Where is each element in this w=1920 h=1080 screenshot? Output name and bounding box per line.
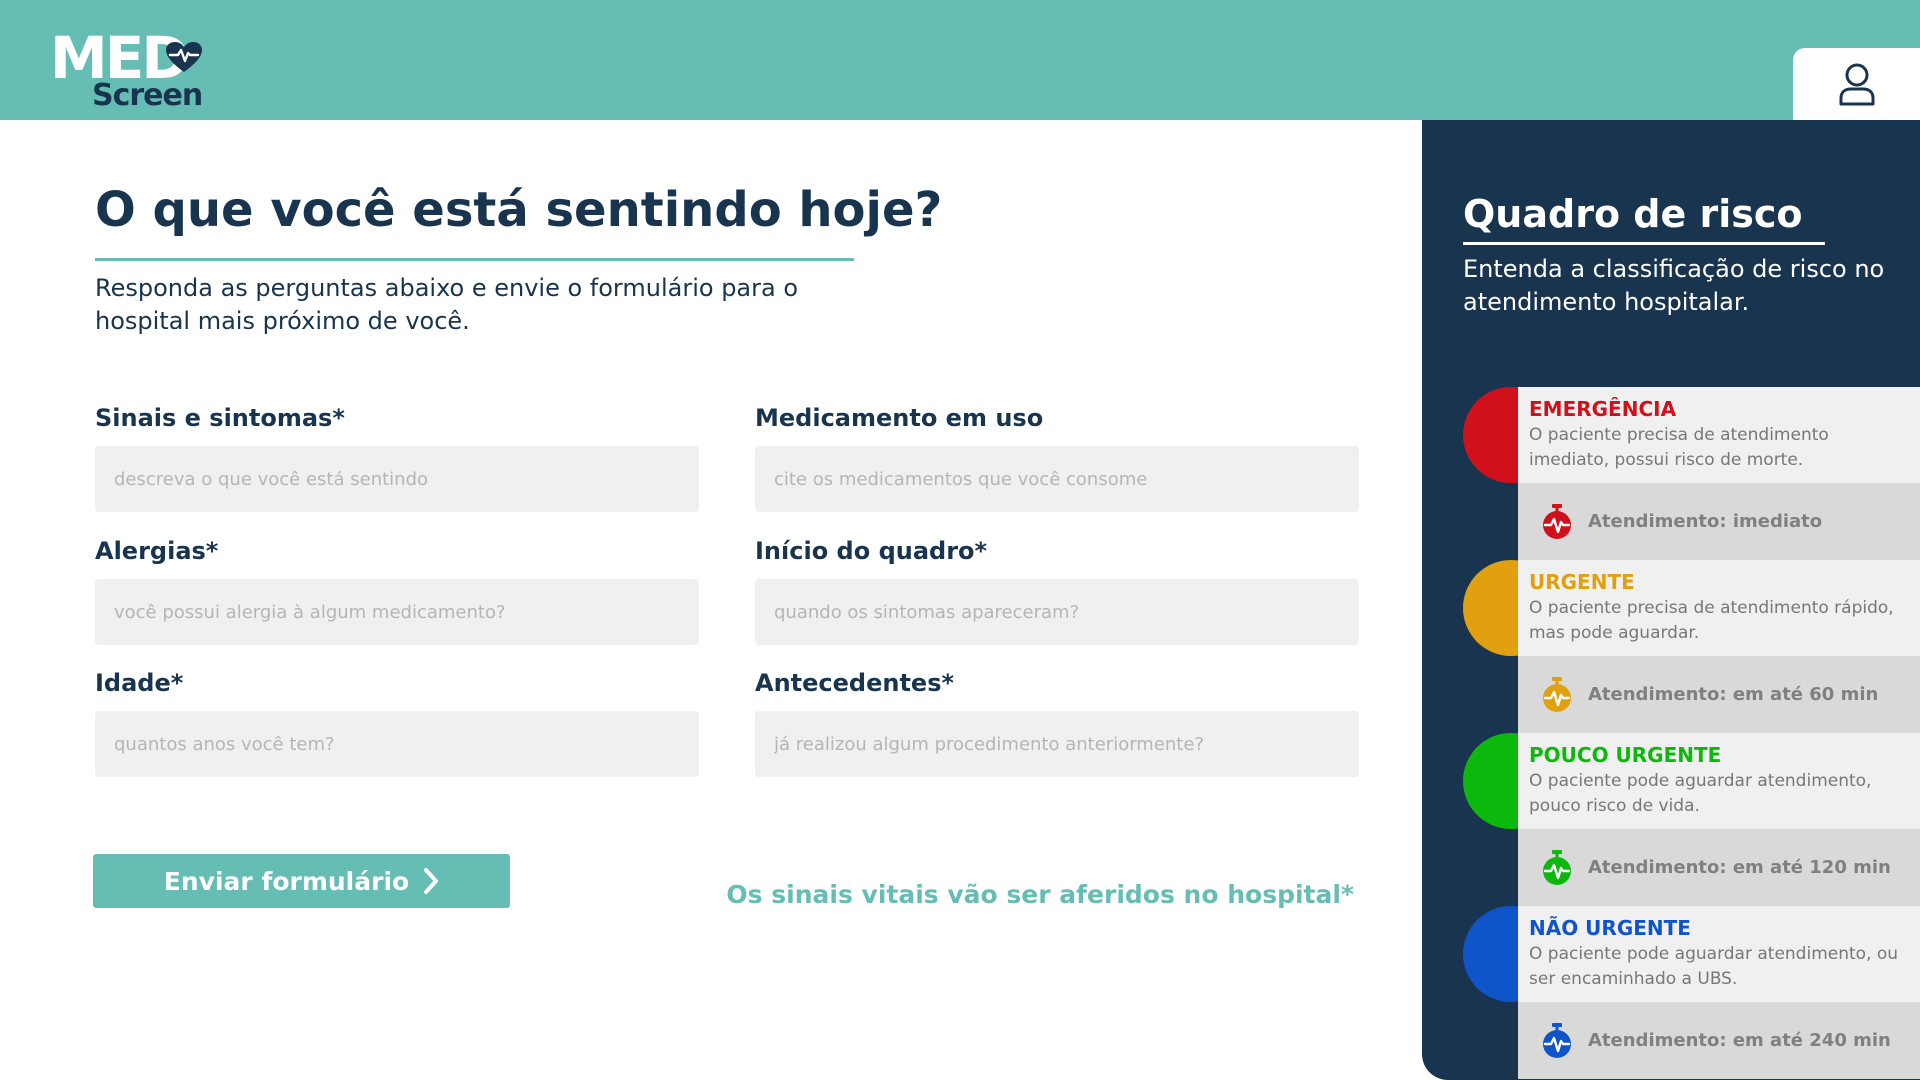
allergies-input[interactable] bbox=[95, 579, 699, 645]
allergies-label: Alergias* bbox=[95, 537, 219, 565]
symptoms-label: Sinais e sintomas* bbox=[95, 404, 345, 432]
risk-card: URGENTE O paciente precisa de atendiment… bbox=[1518, 560, 1920, 656]
vital-signs-note: Os sinais vitais vão ser aferidos no hos… bbox=[726, 880, 1354, 909]
medscreen-logo[interactable]: MED Screen bbox=[50, 24, 210, 114]
title-underline bbox=[95, 258, 854, 261]
risk-name: NÃO URGENTE bbox=[1529, 916, 1691, 940]
medication-input[interactable] bbox=[755, 446, 1359, 512]
submit-form-button[interactable]: Enviar formulário bbox=[93, 854, 510, 908]
medication-label: Medicamento em uso bbox=[755, 404, 1044, 432]
risk-card: NÃO URGENTE O paciente pode aguardar ate… bbox=[1518, 906, 1920, 1002]
risk-name: URGENTE bbox=[1529, 570, 1635, 594]
risk-description: O paciente pode aguardar atendimento, po… bbox=[1529, 771, 1872, 816]
stopwatch-icon bbox=[1543, 1022, 1571, 1058]
risk-time: Atendimento: em até 240 min bbox=[1588, 1030, 1891, 1051]
submit-label: Enviar formulário bbox=[163, 866, 410, 896]
symptoms-field: Sinais e sintomas* bbox=[95, 403, 699, 512]
risk-level-emergency: EMERGÊNCIA O paciente precisa de atendim… bbox=[1463, 387, 1920, 560]
risk-description: O paciente precisa de atendimento rápido… bbox=[1529, 598, 1894, 643]
history-input[interactable] bbox=[755, 711, 1359, 777]
risk-panel-title: Quadro de risco bbox=[1463, 192, 1803, 236]
risk-level-urgent: URGENTE O paciente precisa de atendiment… bbox=[1463, 560, 1920, 733]
risk-panel: Quadro de risco Entenda a classificação … bbox=[1422, 120, 1920, 1080]
profile-button[interactable] bbox=[1793, 48, 1920, 120]
age-input[interactable] bbox=[95, 711, 699, 777]
risk-description: O paciente pode aguardar atendimento, ou… bbox=[1529, 944, 1899, 989]
risk-card: POUCO URGENTE O paciente pode aguardar a… bbox=[1518, 733, 1920, 829]
history-field: Antecedentes* bbox=[755, 668, 1359, 777]
header-bar: MED Screen bbox=[0, 0, 1920, 120]
risk-time-row: Atendimento: imediato bbox=[1518, 483, 1920, 560]
page-title: O que você está sentindo hoje? bbox=[95, 182, 943, 238]
stopwatch-icon bbox=[1543, 849, 1571, 885]
logo-screen-text: Screen bbox=[92, 78, 203, 113]
age-label: Idade* bbox=[95, 669, 184, 697]
risk-level-less-urgent: POUCO URGENTE O paciente pode aguardar a… bbox=[1463, 733, 1920, 906]
user-icon bbox=[1839, 63, 1874, 106]
chevron-right-icon bbox=[424, 868, 439, 894]
onset-field: Início do quadro* bbox=[755, 536, 1359, 645]
risk-time-row: Atendimento: em até 120 min bbox=[1518, 829, 1920, 906]
risk-time: Atendimento: em até 120 min bbox=[1588, 857, 1891, 878]
risk-level-non-urgent: NÃO URGENTE O paciente pode aguardar ate… bbox=[1463, 906, 1920, 1079]
stopwatch-icon bbox=[1543, 676, 1571, 712]
medication-field: Medicamento em uso bbox=[755, 403, 1359, 512]
risk-time: Atendimento: em até 60 min bbox=[1588, 684, 1879, 705]
onset-input[interactable] bbox=[755, 579, 1359, 645]
risk-description: O paciente precisa de atendimento imedia… bbox=[1529, 425, 1829, 470]
risk-name: POUCO URGENTE bbox=[1529, 743, 1722, 767]
history-label: Antecedentes* bbox=[755, 669, 955, 697]
form-area: O que você está sentindo hoje? Responda … bbox=[0, 120, 1422, 1080]
page-subtitle: Responda as perguntas abaixo e envie o f… bbox=[95, 274, 799, 335]
heartbeat-icon bbox=[166, 42, 202, 72]
onset-label: Início do quadro* bbox=[755, 537, 988, 565]
allergies-field: Alergias* bbox=[95, 536, 699, 645]
risk-name: EMERGÊNCIA bbox=[1529, 397, 1677, 421]
risk-time-row: Atendimento: em até 60 min bbox=[1518, 656, 1920, 733]
risk-panel-subtitle: Entenda a classificação de risco no aten… bbox=[1463, 255, 1885, 316]
symptoms-input[interactable] bbox=[95, 446, 699, 512]
risk-time-row: Atendimento: em até 240 min bbox=[1518, 1002, 1920, 1079]
stopwatch-icon bbox=[1543, 503, 1571, 539]
age-field: Idade* bbox=[95, 668, 699, 777]
risk-time: Atendimento: imediato bbox=[1588, 511, 1823, 532]
risk-card: EMERGÊNCIA O paciente precisa de atendim… bbox=[1518, 387, 1920, 483]
risk-title-underline bbox=[1463, 242, 1825, 245]
